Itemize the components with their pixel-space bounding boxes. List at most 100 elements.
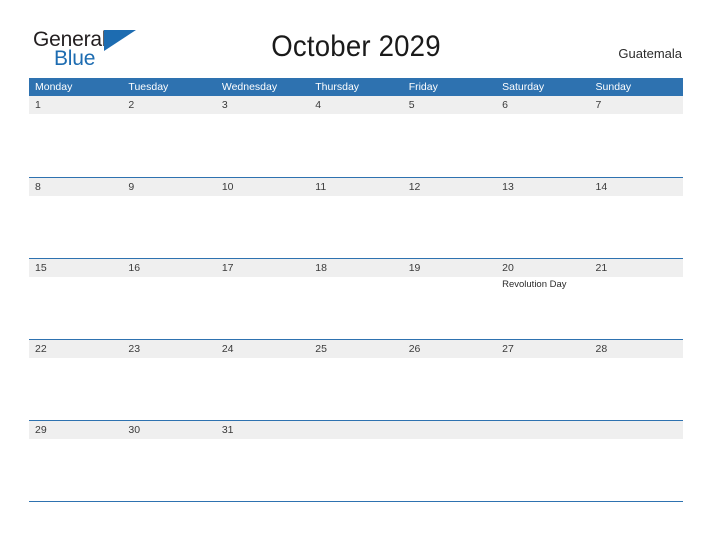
day-number: 21 [595,262,608,274]
day-number: 19 [408,262,421,274]
day-events [35,114,122,116]
week-cells: 15 16 17 18 19 20 Revolution Day 21 [29,259,683,339]
day-events [409,277,496,279]
day-cell[interactable]: 13 [496,178,589,258]
day-cell[interactable]: 28 [590,340,683,420]
day-cell-empty [403,421,496,501]
day-cell[interactable]: 25 [309,340,402,420]
day-events [502,114,589,116]
day-cell[interactable]: 22 [29,340,122,420]
weekday-header-row: Monday Tuesday Wednesday Thursday Friday… [29,78,683,96]
day-cell[interactable]: 24 [216,340,309,420]
day-cell[interactable]: 15 [29,259,122,339]
day-cell[interactable]: 3 [216,96,309,176]
day-cell[interactable]: 27 [496,340,589,420]
day-number: 7 [595,99,602,111]
day-events [128,114,215,116]
day-number: 3 [221,99,228,111]
day-cell[interactable]: 2 [122,96,215,176]
day-events [128,439,215,441]
weekday-header-tuesday: Tuesday [128,81,169,93]
day-number: 24 [221,343,234,355]
day-cell[interactable]: 12 [403,178,496,258]
day-number: 4 [315,99,322,111]
day-number: 8 [35,181,41,193]
day-number: 14 [595,181,608,193]
day-number: 17 [221,262,234,274]
day-number: 11 [315,181,327,193]
day-events [35,439,122,441]
day-cell[interactable]: 10 [216,178,309,258]
weekday-header-sunday: Sunday [595,81,632,93]
day-number: 20 [502,262,514,274]
day-number: 26 [408,343,421,355]
day-cell[interactable]: 5 [403,96,496,176]
day-events [35,196,122,198]
day-number [409,421,496,439]
day-cell[interactable]: 17 [216,259,309,339]
day-cell-empty [496,421,589,501]
day-number: 13 [502,181,514,193]
day-number: 1 [35,99,41,111]
day-number: 9 [128,181,135,193]
weekday-header-thursday: Thursday [315,81,360,93]
weekday-header-wednesday: Wednesday [221,81,278,93]
day-number: 28 [595,343,608,355]
day-events [222,196,309,198]
day-events [502,439,589,441]
day-events [315,277,402,279]
day-events [315,114,402,116]
day-number [502,421,589,439]
day-events [222,439,309,441]
day-events [409,196,496,198]
day-events: Revolution Day [502,277,589,291]
page-header: General Blue October 2029 Guatemala [0,0,712,78]
day-events [35,277,122,279]
day-cell[interactable]: 16 [122,259,215,339]
day-cell[interactable]: 26 [403,340,496,420]
day-cell[interactable]: 6 [496,96,589,176]
day-cell[interactable]: 4 [309,96,402,176]
calendar-week-row: 29 30 31 [29,420,683,501]
day-cell[interactable]: 29 [29,421,122,501]
day-number: 23 [128,343,141,355]
day-cell[interactable]: 1 [29,96,122,176]
day-number: 18 [315,262,327,274]
day-events [596,439,683,441]
week-cells: 8 9 10 11 12 13 14 [29,178,683,258]
day-events [502,358,589,360]
day-cell[interactable]: 31 [216,421,309,501]
day-cell[interactable]: 11 [309,178,402,258]
day-events [35,358,122,360]
day-cell[interactable]: 20 Revolution Day [496,259,589,339]
day-number: 31 [221,424,234,436]
weekday-header-saturday: Saturday [502,81,545,93]
day-cell[interactable]: 7 [590,96,683,176]
calendar-week-row: 22 23 24 25 26 27 28 [29,339,683,420]
day-cell[interactable]: 23 [122,340,215,420]
day-cell[interactable]: 21 [590,259,683,339]
day-number [596,421,683,439]
day-events [409,358,496,360]
day-number: 2 [128,99,135,111]
day-cell[interactable]: 18 [309,259,402,339]
day-cell[interactable]: 8 [29,178,122,258]
day-number: 27 [502,343,514,355]
calendar-week-row: 8 9 10 11 12 13 14 [29,177,683,258]
calendar-weeks: 1 2 3 4 5 6 7 8 9 10 11 12 13 14 15 16 17 18 19 20 Revolutio… [29,96,683,501]
calendar-grid: Monday Tuesday Wednesday Thursday Friday… [29,78,683,502]
day-cell[interactable]: 30 [122,421,215,501]
weekday-header-friday: Friday [408,81,438,93]
day-number: 29 [35,424,47,436]
day-cell[interactable]: 14 [590,178,683,258]
day-events [315,358,402,360]
day-events [596,358,683,360]
day-events [596,114,683,116]
day-events [315,196,402,198]
day-cell[interactable]: 9 [122,178,215,258]
day-cell[interactable]: 19 [403,259,496,339]
day-events [409,114,496,116]
day-number: 5 [408,99,415,111]
day-cell-empty [590,421,683,501]
day-number: 16 [128,262,141,274]
